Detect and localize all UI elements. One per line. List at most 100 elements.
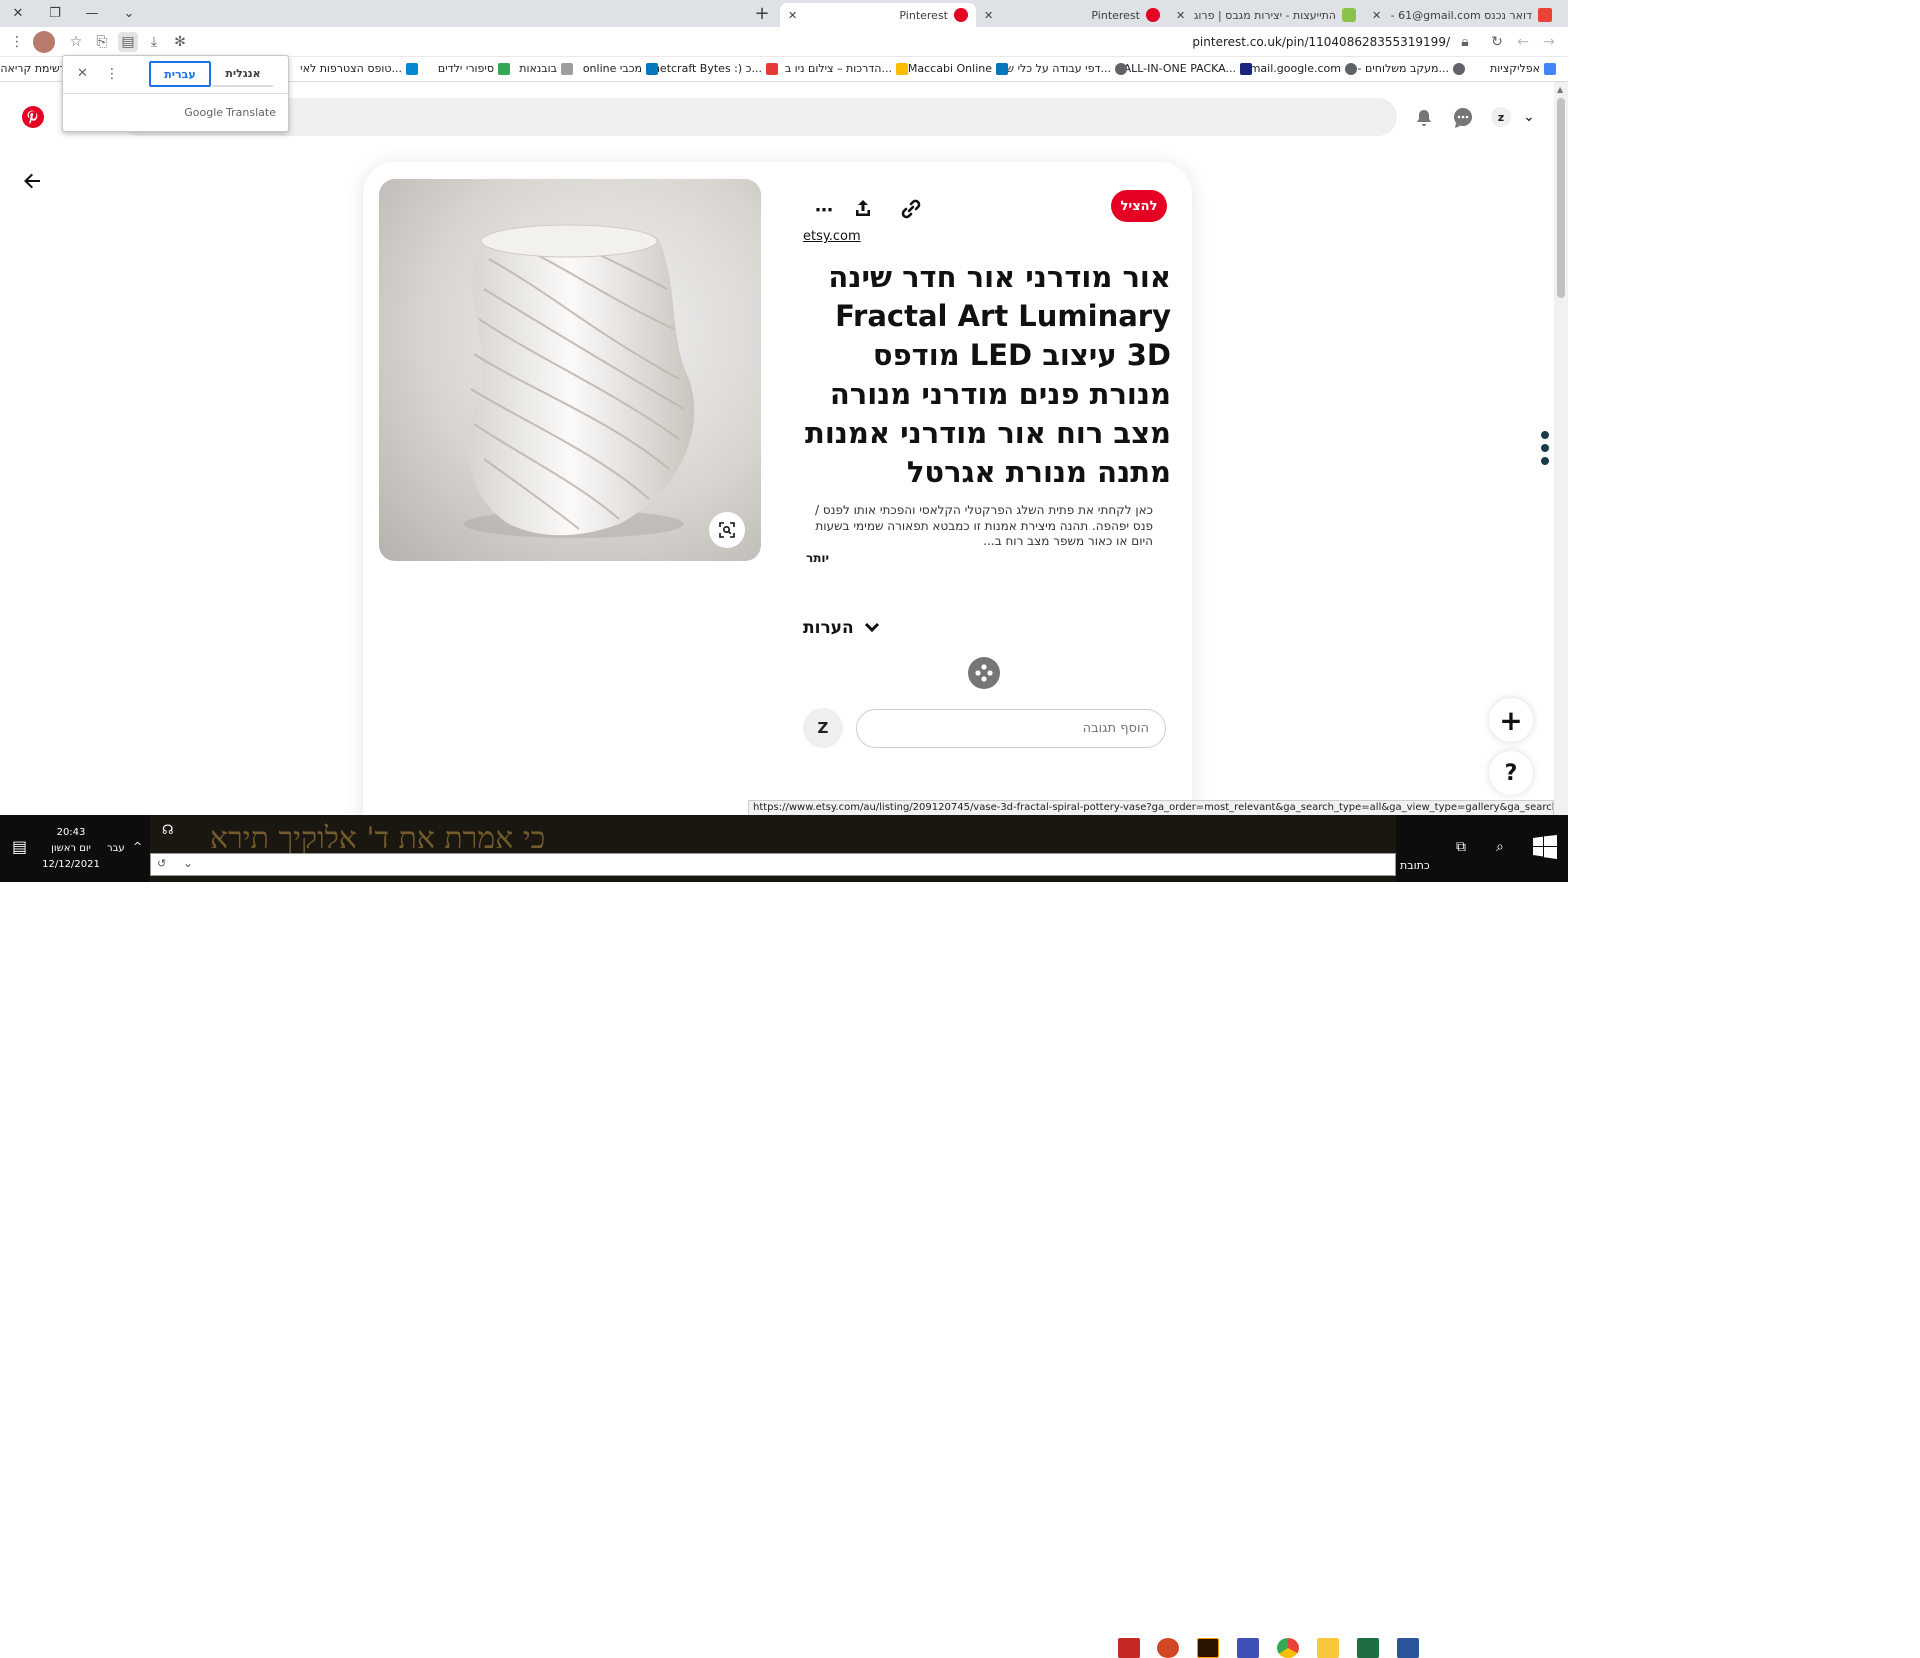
address-bar[interactable]: pinterest.co.uk/pin/110408628355319199/ (1192, 35, 1450, 49)
reading-list[interactable]: רשימת קריאה (0, 62, 66, 75)
close-window-button[interactable]: ✕ (0, 0, 36, 27)
refresh-icon[interactable]: ↺ (157, 857, 166, 870)
help-button[interactable]: ? (1489, 751, 1533, 795)
task-view-icon[interactable]: ⧉ (1456, 839, 1466, 855)
tab-gmail[interactable]: דואר נכנס Gmail - 61@gmail.com ✕ (1364, 3, 1560, 27)
app-icon[interactable] (1237, 1638, 1259, 1658)
minimize-window-button[interactable]: — (74, 0, 110, 27)
bookmark-item[interactable]: ALL-IN-ONE PACKA... (1124, 62, 1252, 75)
menu-dots-icon[interactable]: ⋮ (7, 32, 27, 52)
add-pin-button[interactable]: + (1489, 698, 1533, 742)
bookmark-label: סיפורי ילדים (437, 62, 494, 75)
more-options-icon[interactable]: ⋯ (815, 200, 833, 221)
extension-puzzle-icon[interactable]: ✻ (170, 32, 190, 52)
tab-close-icon[interactable]: ✕ (984, 9, 993, 22)
install-icon[interactable]: ⤓ (144, 32, 164, 52)
restore-window-button[interactable]: ❐ (37, 0, 73, 27)
scrollbar-thumb[interactable] (1557, 98, 1565, 298)
dropdown-chevron-icon[interactable]: ⌄ (183, 856, 193, 870)
system-clock[interactable]: 20:43 יום ראשון 12/12/2021 (40, 825, 102, 873)
bookmark-item[interactable]: הדרכות – צילום ניו ב... (785, 62, 908, 75)
tab-close-icon[interactable]: ✕ (788, 9, 797, 22)
translate-hebrew-tab[interactable]: עברית (149, 61, 211, 87)
forward-icon[interactable]: → (1539, 32, 1559, 52)
windows-start-icon[interactable] (1533, 835, 1557, 859)
bookmark-item[interactable]: online מכבי (583, 62, 658, 75)
pinterest-logo-icon[interactable] (22, 106, 44, 128)
bookmark-item[interactable]: טופס הצטרפות לאי... (300, 62, 418, 75)
site-icon (996, 62, 1008, 75)
pin-image[interactable] (379, 179, 761, 561)
clock-date: 12/12/2021 (42, 859, 100, 870)
extension-icon[interactable]: ⎘ (92, 32, 112, 52)
bookmark-item[interactable]: Maccabi Online (908, 62, 1008, 75)
google-translate-logo: Google Translate (184, 106, 276, 119)
back-arrow-icon[interactable] (22, 171, 42, 191)
people-icon[interactable]: ☊ (162, 823, 174, 838)
taskbar-address-input[interactable]: ↺ ⌄ (150, 853, 1396, 876)
bookmark-label: דפי עבודה על כלי שי... (1003, 62, 1111, 75)
word-icon[interactable] (1397, 1638, 1419, 1658)
file-explorer-icon[interactable] (1317, 1638, 1339, 1658)
bookmark-item[interactable]: mail.google.com (1250, 62, 1357, 75)
excel-icon[interactable] (1357, 1638, 1379, 1658)
account-chevron-down-icon[interactable]: ⌄ (1523, 109, 1535, 125)
back-icon[interactable]: ← (1513, 32, 1533, 52)
tab-forum[interactable]: התייעצות - יצירות מגבס | פרוג - ✕ (1168, 3, 1364, 27)
share-icon[interactable] (853, 198, 873, 218)
loading-spinner-icon (968, 657, 1000, 689)
bookmark-item[interactable]: מעקב משלוחים - דו... (1345, 62, 1465, 75)
bookmark-item[interactable]: netcraft Bytes :) כ... (653, 62, 778, 75)
bookmark-star-icon[interactable]: ☆ (66, 32, 86, 52)
clock-day: יום ראשון (51, 843, 91, 854)
chrome-icon[interactable] (1277, 1638, 1299, 1658)
heart-icon (766, 62, 778, 75)
side-dots-icon[interactable] (1539, 430, 1551, 470)
bookmark-item[interactable]: סיפורי ילדים (438, 62, 510, 75)
comment-input[interactable] (856, 709, 1166, 748)
site-icon (406, 62, 418, 75)
bookmark-item[interactable]: בובנאות (519, 62, 573, 75)
tab-pinterest-active[interactable]: Pinterest ✕ (780, 3, 976, 27)
copy-link-icon[interactable] (900, 198, 922, 220)
tab-pinterest[interactable]: Pinterest ✕ (976, 3, 1168, 27)
search-bar[interactable] (120, 98, 1397, 136)
bookmark-apps[interactable]: אפליקציות (1490, 62, 1556, 75)
tab-search-icon[interactable]: ⌄ (111, 0, 147, 27)
tab-close-icon[interactable]: ✕ (1176, 9, 1185, 22)
profile-avatar[interactable] (33, 31, 55, 53)
bookmark-label: רשימת קריאה (0, 62, 66, 75)
comments-toggle[interactable]: הערות (803, 618, 880, 638)
translate-english-tab[interactable]: אנגלית (213, 61, 273, 87)
tab-title: Pinterest (1091, 8, 1140, 22)
background-text: כי אמרת את ד' אלוקיך תירא (210, 821, 546, 856)
bookmark-item[interactable]: דפי עבודה על כלי שי... (1004, 62, 1127, 75)
reload-icon[interactable]: ↻ (1487, 32, 1507, 52)
bookmark-label: Maccabi Online (907, 62, 992, 75)
bookmark-label: אפליקציות (1490, 62, 1540, 75)
source-link[interactable]: etsy.com (803, 229, 861, 244)
powerpoint-icon[interactable] (1157, 1638, 1179, 1658)
tab-close-icon[interactable]: ✕ (1372, 9, 1381, 22)
tab-title: Pinterest (899, 8, 948, 22)
save-button[interactable]: להציל (1111, 190, 1167, 222)
messages-icon[interactable] (1452, 107, 1474, 129)
search-icon[interactable]: ⌕ (1496, 839, 1504, 855)
notification-center-icon[interactable]: ▤ (12, 837, 34, 859)
translate-menu-dots-icon[interactable]: ⋮ (105, 66, 119, 82)
close-icon[interactable]: ✕ (77, 66, 88, 81)
header-avatar[interactable]: z (1491, 107, 1511, 127)
translate-icon[interactable]: ▤ (118, 32, 138, 52)
notifications-bell-icon[interactable] (1414, 108, 1434, 128)
illustrator-icon[interactable] (1197, 1638, 1219, 1658)
visual-search-icon[interactable] (709, 512, 745, 548)
new-tab-button[interactable]: + (744, 0, 780, 27)
input-language[interactable]: עבר (107, 843, 125, 854)
lock-icon: 🔒︎ (1461, 34, 1469, 50)
pinterest-favicon-icon (1146, 8, 1160, 22)
page-scrollbar[interactable]: ▲ (1554, 82, 1568, 815)
solidworks-icon[interactable] (1118, 1638, 1140, 1658)
tray-chevron-icon[interactable]: ^ (133, 840, 142, 853)
read-more-link[interactable]: יותר (806, 551, 829, 565)
scroll-up-arrow-icon[interactable]: ▲ (1557, 85, 1563, 94)
